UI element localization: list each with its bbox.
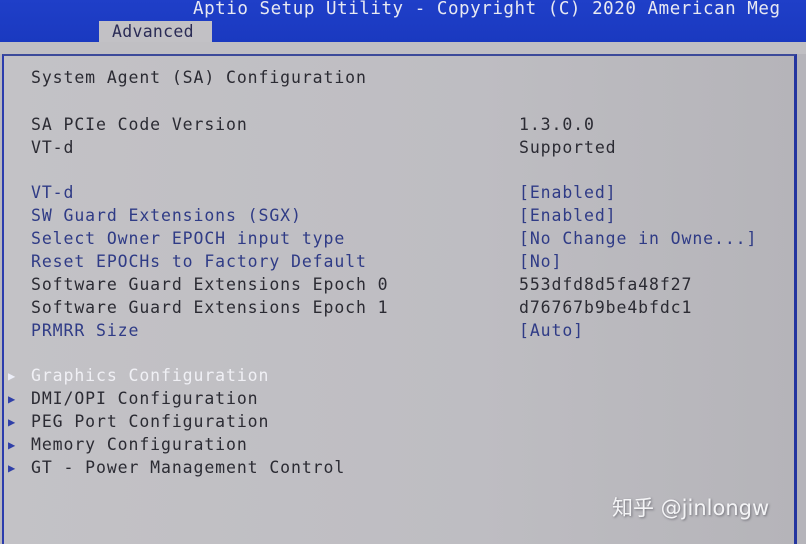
setting-prmrr-size-value[interactable]: [Auto] [519,321,584,341]
setting-sgx-epoch-1: Software Guard Extensions Epoch 1 [31,298,389,317]
setting-owner-epoch-input-type[interactable]: Select Owner EPOCH input type [31,229,345,249]
triangle-right-icon: ▶ [8,415,16,429]
tab-advanced[interactable]: Advanced [99,21,212,43]
setting-reset-epochs-value[interactable]: [No] [519,252,562,272]
info-value-pcie-version: 1.3.0.0 [519,115,595,134]
setting-sgx-epoch-1-value: d76767b9be4bfdc1 [519,298,693,317]
setting-reset-epochs[interactable]: Reset EPOCHs to Factory Default [31,252,367,272]
triangle-right-icon: ▶ [8,392,16,406]
info-label-vtd-support: VT-d [31,138,75,157]
submenu-label[interactable]: PEG Port Configuration [31,412,269,432]
tab-divider [0,42,806,54]
triangle-right-icon: ▶ [8,438,16,452]
section-title: System Agent (SA) Configuration [31,68,367,87]
help-panel-edge [797,54,806,544]
triangle-right-icon: ▶ [8,461,16,475]
submenu-label[interactable]: Memory Configuration [31,435,248,455]
submenu-label[interactable]: Graphics Configuration [31,366,269,386]
title-bar: Aptio Setup Utility - Copyright (C) 2020… [0,0,806,43]
submenu-label[interactable]: DMI/OPI Configuration [31,389,259,409]
setting-sgx[interactable]: SW Guard Extensions (SGX) [31,206,302,226]
setting-sgx-epoch-0-value: 553dfd8d5fa48f27 [519,275,693,294]
app-title: Aptio Setup Utility - Copyright (C) 2020… [193,0,781,19]
submenu-label[interactable]: GT - Power Management Control [31,458,345,478]
setting-sgx-epoch-0: Software Guard Extensions Epoch 0 [31,275,389,294]
info-label-pcie-version: SA PCIe Code Version [31,115,248,134]
triangle-right-icon: ▶ [8,369,16,383]
setting-sgx-value[interactable]: [Enabled] [519,206,617,226]
setting-vtd[interactable]: VT-d [31,183,74,203]
setting-prmrr-size[interactable]: PRMRR Size [31,321,139,341]
info-value-vtd-support: Supported [519,138,617,157]
watermark: 知乎 @jinlongw [612,496,770,520]
setting-vtd-value[interactable]: [Enabled] [519,183,617,203]
setting-owner-epoch-input-type-value[interactable]: [No Change in Owne...] [519,229,757,249]
